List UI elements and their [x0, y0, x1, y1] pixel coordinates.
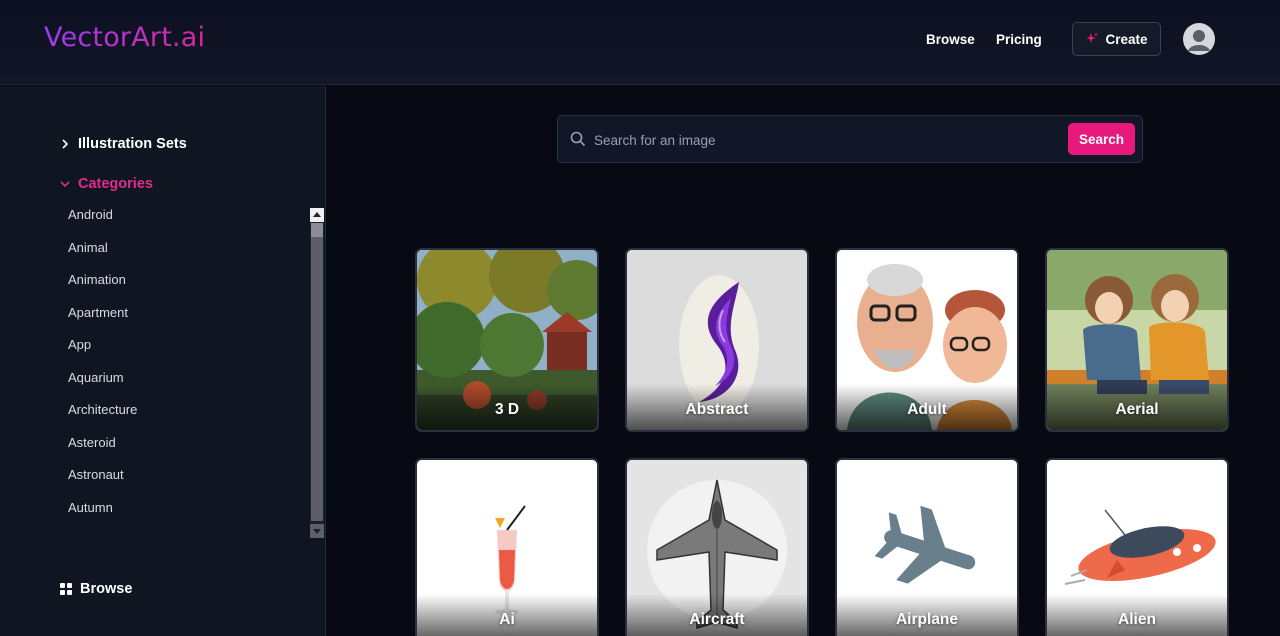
category-card-3d[interactable]: 3 D [415, 248, 599, 432]
category-item[interactable]: Architecture [68, 399, 298, 432]
search-bar: Search [557, 115, 1143, 163]
top-header: VectorArt.ai Browse Pricing Create [0, 0, 1280, 85]
category-card-adult[interactable]: Adult [835, 248, 1019, 432]
create-button[interactable]: Create [1072, 22, 1161, 56]
chevron-down-icon [60, 181, 70, 188]
scroll-down-button[interactable] [310, 524, 324, 538]
card-label: Alien [1118, 611, 1156, 628]
category-card-aircraft[interactable]: Aircraft [625, 458, 809, 636]
category-item[interactable]: Autumn [68, 497, 298, 530]
category-item[interactable]: Apartment [68, 302, 298, 335]
nav-pricing-link[interactable]: Pricing [996, 32, 1042, 47]
category-item[interactable]: Animation [68, 269, 298, 302]
sidebar-browse[interactable]: Browse [60, 581, 132, 597]
sidebar-categories[interactable]: Categories [60, 176, 153, 192]
sidebar-illustration-sets[interactable]: Illustration Sets [60, 136, 187, 152]
user-avatar[interactable] [1183, 23, 1215, 55]
card-label: Aerial [1115, 401, 1159, 418]
search-icon [570, 131, 586, 147]
illustration-sets-label: Illustration Sets [78, 136, 187, 152]
search-button[interactable]: Search [1068, 123, 1135, 155]
card-label: Airplane [895, 611, 958, 628]
category-card-alien[interactable]: Alien [1045, 458, 1229, 636]
card-label: 3 D [494, 401, 520, 418]
scroll-thumb-grip [311, 223, 323, 237]
sidebar: Illustration Sets Categories Android Ani… [0, 86, 326, 636]
category-item[interactable]: App [68, 334, 298, 367]
sidebar-browse-label: Browse [80, 581, 133, 597]
scroll-thumb[interactable] [311, 223, 323, 521]
category-card-abstract[interactable]: Abstract [625, 248, 809, 432]
category-item[interactable]: Astronaut [68, 464, 298, 497]
card-label: Abstract [685, 401, 749, 418]
card-label: Adult [907, 401, 947, 418]
category-card-airplane[interactable]: Airplane [835, 458, 1019, 636]
category-item[interactable]: Asteroid [68, 432, 298, 465]
category-item[interactable]: Animal [68, 237, 298, 270]
create-label: Create [1105, 31, 1148, 47]
card-label: Ai [499, 611, 515, 628]
search-input[interactable] [594, 127, 1054, 153]
category-item[interactable]: Android [68, 204, 298, 237]
category-list: Android Animal Animation Apartment App A… [68, 204, 298, 529]
category-item[interactable]: Aquarium [68, 367, 298, 400]
sparkle-icon [1086, 32, 1099, 43]
card-label: Aircraft [689, 611, 745, 628]
scroll-up-button[interactable] [310, 208, 324, 222]
grid-icon [60, 583, 72, 595]
nav-browse-link[interactable]: Browse [926, 32, 975, 47]
category-scrollbar[interactable] [310, 208, 324, 538]
categories-label: Categories [78, 176, 153, 192]
logo[interactable]: VectorArt.ai [44, 22, 205, 53]
user-icon [1188, 30, 1210, 51]
category-card-aerial[interactable]: Aerial [1045, 248, 1229, 432]
chevron-right-icon [62, 139, 69, 149]
category-card-ai[interactable]: Ai [415, 458, 599, 636]
